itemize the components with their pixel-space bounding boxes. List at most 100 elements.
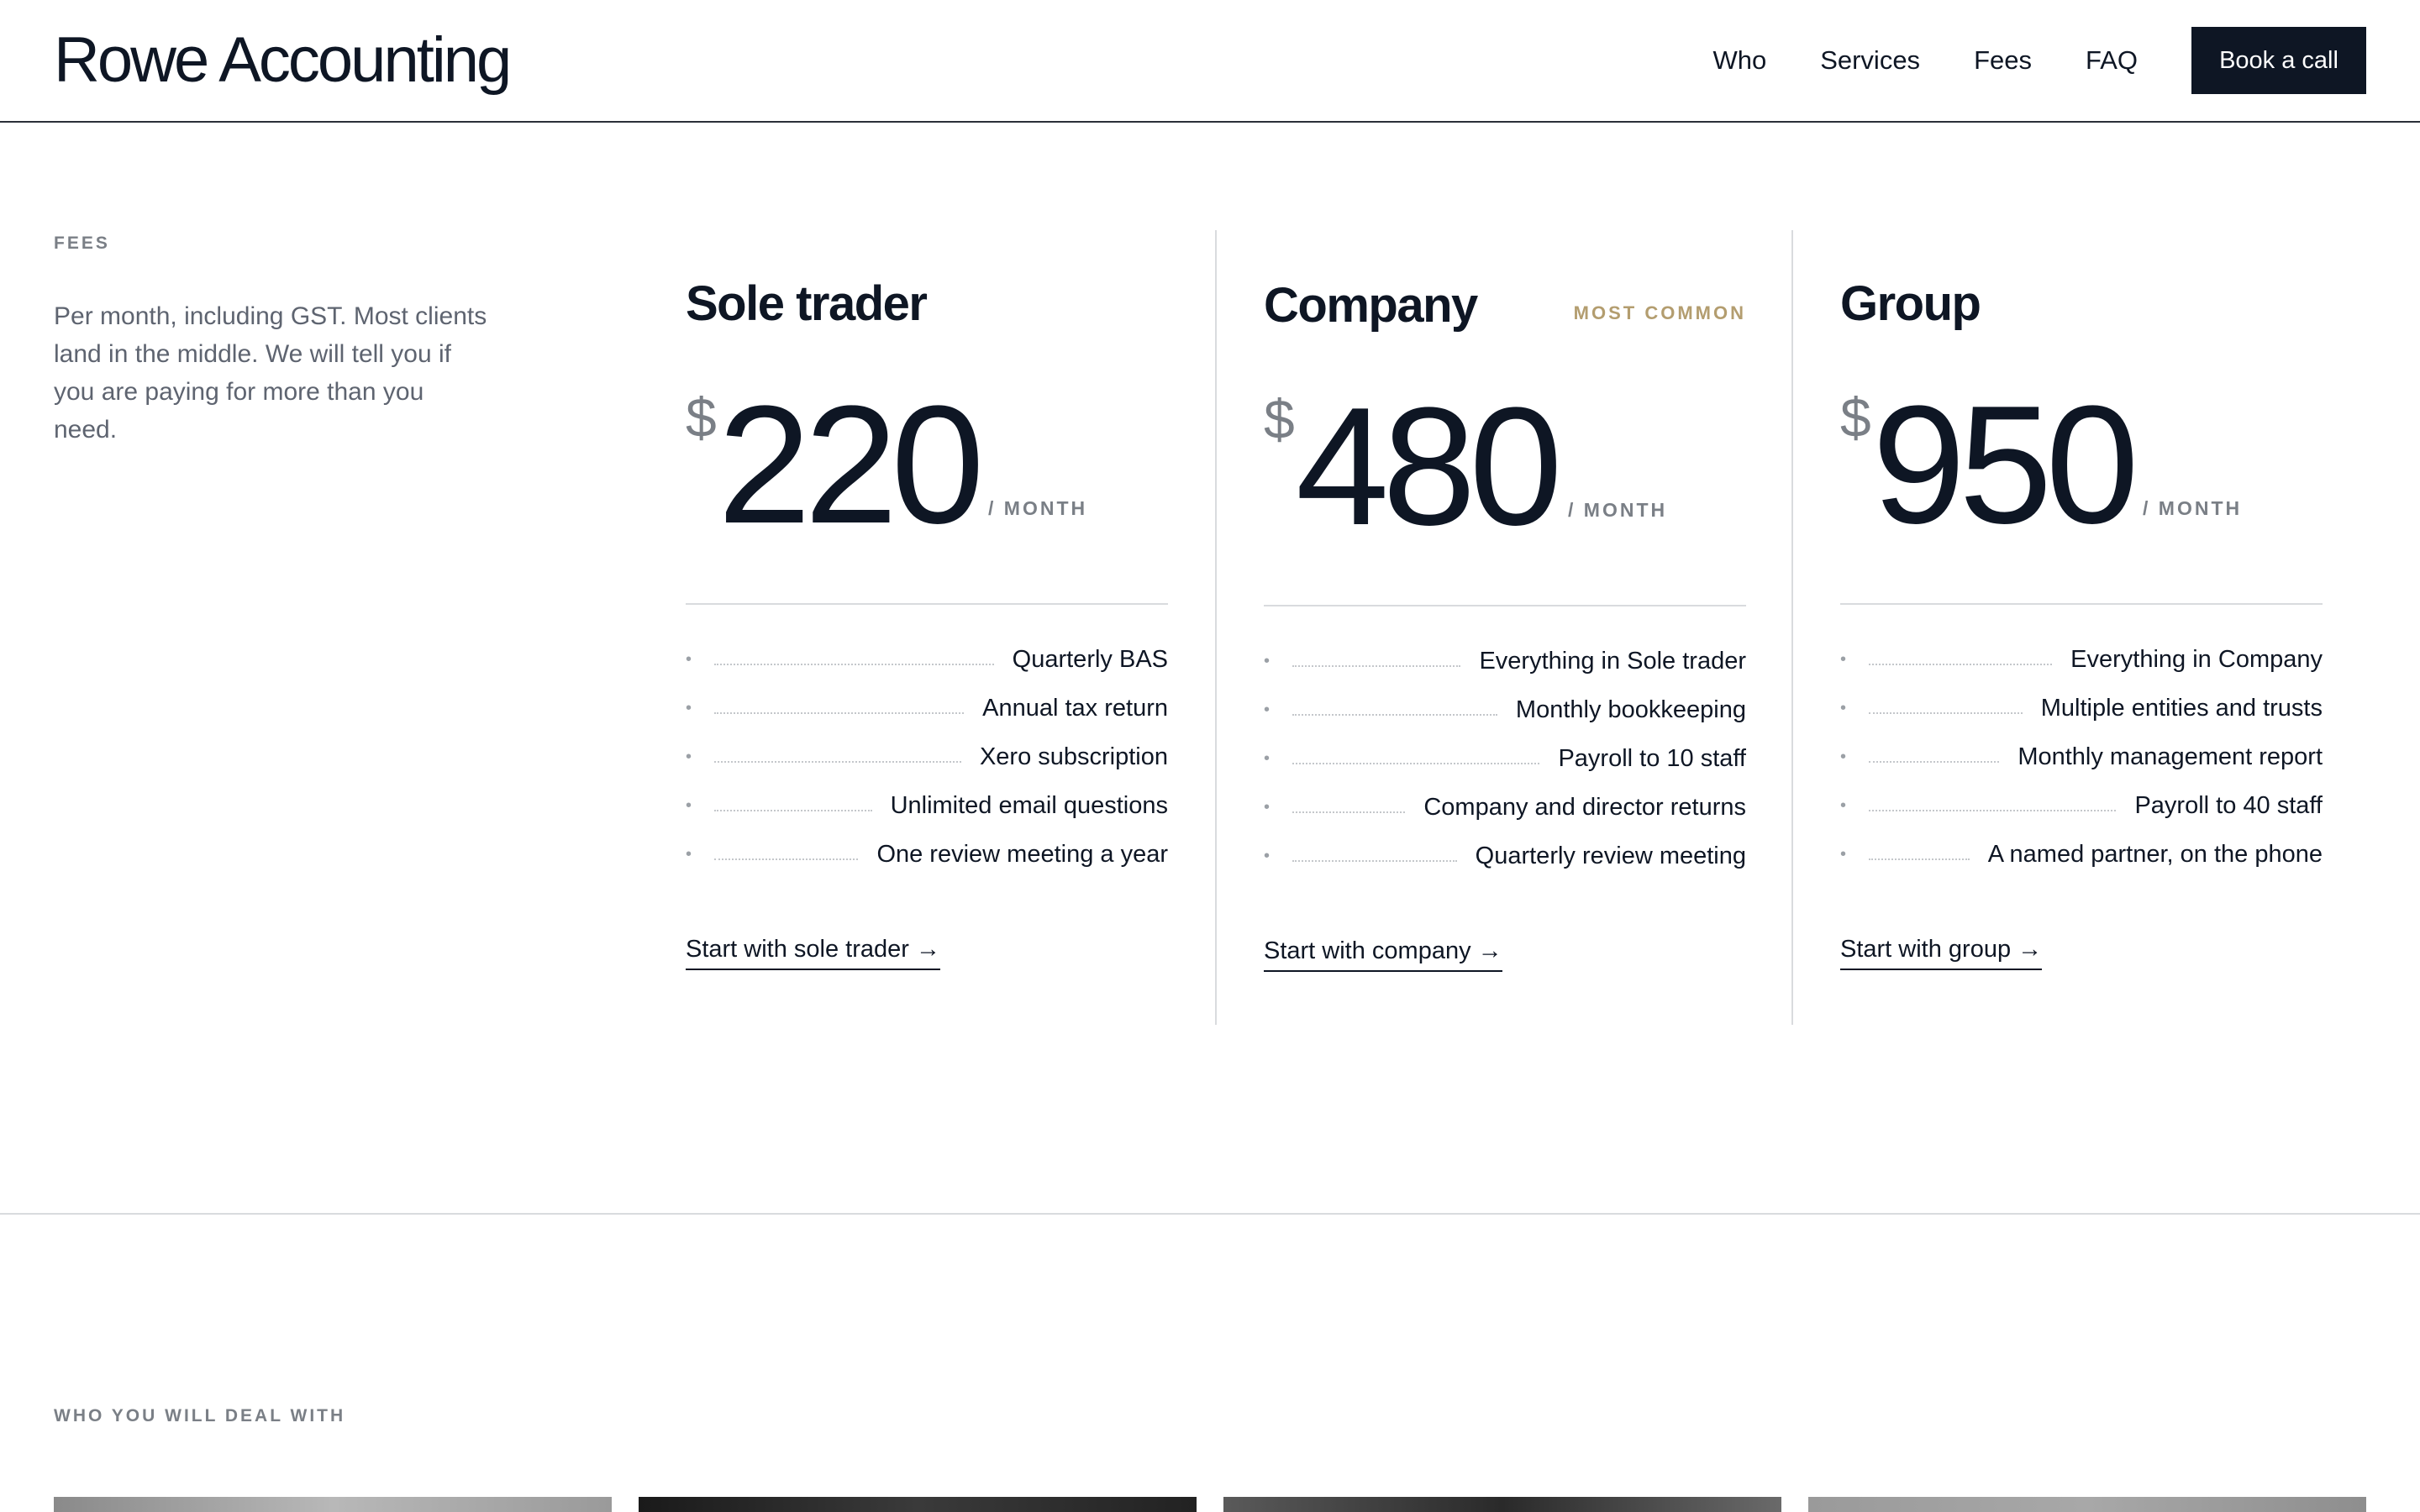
team-photo[interactable] <box>1808 1497 2366 1512</box>
bullet-icon: • <box>686 844 692 864</box>
bullet-icon: • <box>1264 700 1270 719</box>
feature-item: • One review meeting a year <box>686 830 1168 879</box>
feature-label: Unlimited email questions <box>890 791 1168 819</box>
dotted-leader <box>1292 665 1461 667</box>
dotted-leader <box>1869 761 2000 763</box>
plan-name: Group <box>1840 276 1981 331</box>
currency-symbol: $ <box>686 386 717 449</box>
bullet-icon: • <box>1264 797 1270 816</box>
feature-item: • A named partner, on the phone <box>1840 830 2323 879</box>
plan-card-sole-trader: Sole trader $ 220 / MONTH • Quarterly BAS… <box>686 230 1215 1025</box>
dotted-leader <box>1292 763 1540 764</box>
bullet-icon: • <box>1840 747 1847 766</box>
feature-list: • Everything in Sole trader • Monthly book… <box>1264 637 1746 880</box>
feature-item: • Company and director returns <box>1264 783 1746 832</box>
plan-name: Sole trader <box>686 276 928 331</box>
feature-label: Everything in Sole trader <box>1479 647 1746 675</box>
site-header: Rowe Accounting Who Services Fees FAQ Bo… <box>0 0 2420 123</box>
feature-item: • Annual tax return <box>686 684 1168 732</box>
feature-item: • Payroll to 40 staff <box>1840 781 2323 830</box>
dotted-leader <box>714 664 994 665</box>
nav-link-who[interactable]: Who <box>1712 27 1766 94</box>
start-company-link[interactable]: Start with company → <box>1264 937 1502 972</box>
fees-eyebrow: FEES <box>54 234 110 253</box>
bullet-icon: • <box>686 698 692 717</box>
divider <box>1264 605 1746 606</box>
most-common-badge: MOST COMMON <box>1573 302 1746 323</box>
feature-label: Monthly management report <box>2018 743 2323 770</box>
bullet-icon: • <box>1840 844 1847 864</box>
plan-card-company: Company MOST COMMON $ 480 / MONTH • Every… <box>1215 230 1791 1025</box>
divider <box>1840 603 2323 605</box>
feature-label: Company and director returns <box>1423 793 1746 821</box>
currency-symbol: $ <box>1840 386 1871 449</box>
dotted-leader <box>714 858 859 860</box>
nav-link-fees[interactable]: Fees <box>1974 27 2032 94</box>
per-month-label: / MONTH <box>988 497 1088 519</box>
nav-link-faq[interactable]: FAQ <box>2086 27 2138 94</box>
fees-intro: Per month, including GST. Most clients l… <box>54 302 487 444</box>
feature-item: • Quarterly BAS <box>686 635 1168 684</box>
bullet-icon: • <box>1264 846 1270 865</box>
bullet-icon: • <box>1264 651 1270 670</box>
dotted-leader <box>714 761 961 763</box>
feature-item: • Quarterly review meeting <box>1264 832 1746 880</box>
plan-card-group: Group $ 950 / MONTH • Everything in Compa… <box>1791 230 2368 1025</box>
plan-price: 220 <box>718 371 985 559</box>
feature-label: Multiple entities and trusts <box>2040 694 2323 722</box>
dotted-leader <box>1869 664 2053 665</box>
start-group-link[interactable]: Start with group → <box>1840 936 2043 970</box>
dotted-leader <box>714 712 965 714</box>
bullet-icon: • <box>686 795 692 815</box>
bullet-icon: • <box>1840 795 1847 815</box>
dotted-leader <box>1292 860 1457 862</box>
feature-item: • Unlimited email questions <box>686 781 1168 830</box>
per-month-label: / MONTH <box>1568 499 1668 521</box>
feature-list: • Quarterly BAS • Annual tax return • Xero … <box>686 635 1168 879</box>
team-photo[interactable] <box>1223 1497 1781 1512</box>
bullet-icon: • <box>1840 649 1847 669</box>
team-eyebrow: WHO YOU WILL DEAL WITH <box>54 1406 346 1425</box>
bullet-icon: • <box>1264 748 1270 768</box>
team-photo[interactable] <box>54 1497 612 1512</box>
feature-list: • Everything in Company • Multiple entitie… <box>1840 635 2323 879</box>
book-a-call-button[interactable]: Book a call <box>2191 27 2366 94</box>
feature-item: • Monthly bookkeeping <box>1264 685 1746 734</box>
bullet-icon: • <box>1840 698 1847 717</box>
main-nav: Who Services Fees FAQ Book a call <box>1712 27 2366 94</box>
currency-symbol: $ <box>1264 388 1295 450</box>
plan-name: Company <box>1264 278 1478 333</box>
nav-link-services[interactable]: Services <box>1820 27 1920 94</box>
feature-label: Annual tax return <box>982 694 1168 722</box>
feature-label: Quarterly review meeting <box>1475 842 1746 869</box>
dotted-leader <box>1292 714 1497 716</box>
plan-price: 950 <box>1872 371 2139 559</box>
feature-item: • Xero subscription <box>686 732 1168 781</box>
dotted-leader <box>1869 858 1970 860</box>
plan-price: 480 <box>1296 373 1563 560</box>
feature-item: • Everything in Sole trader <box>1264 637 1746 685</box>
brand-logo[interactable]: Rowe Accounting <box>54 22 512 99</box>
feature-label: Everything in Company <box>2070 645 2323 673</box>
feature-label: One review meeting a year <box>876 840 1168 868</box>
feature-item: • Multiple entities and trusts <box>1840 684 2323 732</box>
bullet-icon: • <box>686 649 692 669</box>
bullet-icon: • <box>686 747 692 766</box>
feature-item: • Monthly management report <box>1840 732 2323 781</box>
dotted-leader <box>1869 712 2023 714</box>
start-sole-trader-link[interactable]: Start with sole trader → <box>686 936 940 970</box>
feature-label: Monthly bookkeeping <box>1515 696 1746 723</box>
feature-label: A named partner, on the phone <box>1987 840 2323 868</box>
team-photo[interactable] <box>639 1497 1197 1512</box>
dotted-leader <box>1869 810 2117 811</box>
feature-label: Payroll to 10 staff <box>1558 744 1746 772</box>
feature-label: Xero subscription <box>979 743 1168 770</box>
feature-item: • Everything in Company <box>1840 635 2323 684</box>
dotted-leader <box>714 810 872 811</box>
divider <box>686 603 1168 605</box>
feature-label: Payroll to 40 staff <box>2134 791 2323 819</box>
per-month-label: / MONTH <box>2143 497 2243 519</box>
feature-label: Quarterly BAS <box>1012 645 1168 673</box>
section-divider <box>0 1213 2420 1215</box>
feature-item: • Payroll to 10 staff <box>1264 734 1746 783</box>
